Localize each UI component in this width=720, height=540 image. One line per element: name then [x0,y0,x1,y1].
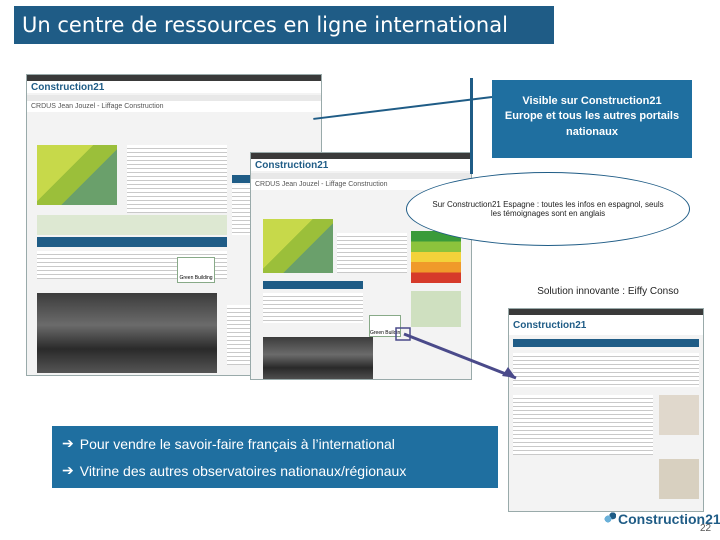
screenshot-solution: Construction21 [508,308,704,512]
truck-photo [37,293,217,373]
page-number: 22 [700,523,712,534]
callout-visible-europe: Visible sur Construction21 Europe et tou… [492,80,692,158]
bullet-item: ➔ Pour vendre le savoir-faire français à… [62,435,395,452]
bullet-box: ➔ Pour vendre le savoir-faire français à… [52,426,498,488]
connector-visible-horizontal [313,96,493,120]
callout-solution: Solution innovante : Eiffy Conso [537,286,679,297]
construction21-logo: Construction21 [31,81,105,93]
logo-mark-icon [600,511,616,527]
project-photo [263,219,333,273]
callout-spain: Sur Construction21 Espagne : toutes les … [406,172,690,246]
slide-title: Un centre de ressources en ligne interna… [22,13,508,37]
arrow-right-icon: ➔ [62,462,74,478]
arrow-to-solution [395,327,517,380]
bullet-item: ➔ Vitrine des autres observatoires natio… [62,462,407,479]
arrow-right-icon: ➔ [62,435,74,451]
connector-visible-main [470,78,473,174]
project-photo [37,145,117,205]
green-building-badge: Green Building [177,257,215,283]
slide-title-bar: Un centre de ressources en ligne interna… [14,6,554,44]
project-heading: CRDUS Jean Jouzel - Liffage Construction [27,101,321,112]
truck-photo [263,337,373,379]
construction21-logo: Construction21 [255,159,329,171]
